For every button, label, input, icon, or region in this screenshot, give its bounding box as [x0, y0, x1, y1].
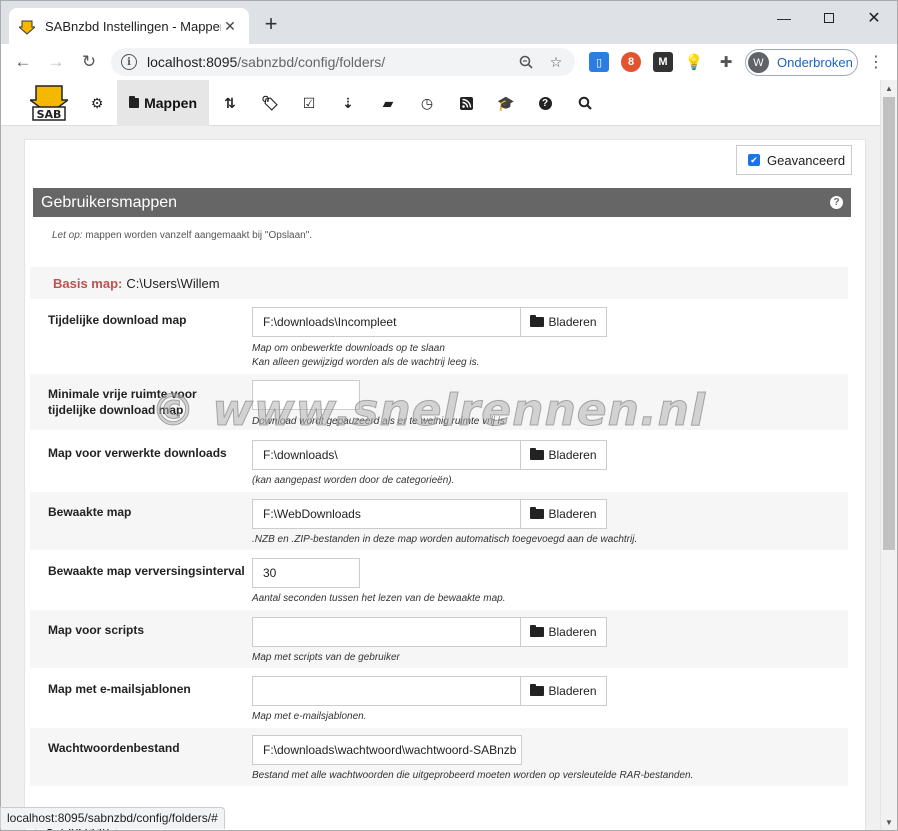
base-folder-label: Basis map: [53, 275, 123, 291]
temp-folder-label: Tijdelijke download map [48, 313, 187, 327]
sabnzbd-logo-icon[interactable]: SAB [27, 84, 71, 122]
tab-bar: SABnzbd Instellingen - Mappen ✕ + — ✕ [0, 0, 898, 45]
forward-icon[interactable]: → [44, 50, 68, 74]
scroll-up-icon[interactable]: ▲ [881, 80, 897, 96]
nav-switches-icon[interactable]: ⇅ [219, 80, 241, 126]
page-scrollbar[interactable]: ▲ ▼ [880, 80, 897, 830]
scripts-folder-label: Map voor scripts [48, 623, 145, 637]
minimize-icon[interactable]: — [761, 7, 807, 29]
interval-label: Bewaakte map verversingsinterval [48, 564, 245, 578]
extension-1-icon[interactable]: ▯ [589, 52, 609, 72]
nav-config-gear-icon[interactable]: ⚙ [86, 80, 108, 126]
browser-tab[interactable]: SABnzbd Instellingen - Mappen ✕ [9, 8, 249, 45]
watched-folder-hint: .NZB en .ZIP-bestanden in deze map worde… [252, 534, 638, 545]
scrollbar-thumb[interactable] [883, 97, 895, 550]
complete-folder-browse-button[interactable]: Bladeren [520, 440, 607, 470]
complete-folder-hint: (kan aangepast worden door de categorieë… [252, 475, 455, 486]
nav-folders-label: Mappen [144, 95, 197, 111]
page-viewport: SAB ⚙ Mappen ⇅ 🏷 ☑ ⇣ ▰ ◷ 🎓 ? ✔ Geavancee… [0, 80, 898, 831]
nav-scheduling-clock-icon[interactable]: ◷ [416, 80, 438, 126]
interval-hint: Aantal seconden tussen het lezen van de … [252, 593, 506, 604]
scripts-folder-input[interactable] [252, 617, 522, 647]
password-file-input[interactable]: F:\downloads\wachtwoord\wachtwoord-SABnz… [252, 735, 522, 765]
extension-bulb-icon[interactable]: 💡 [684, 52, 704, 72]
watched-folder-input[interactable]: F:\WebDownloads [252, 499, 522, 529]
nav-rss-icon[interactable] [455, 80, 477, 126]
nav-special-graduation-icon[interactable]: 🎓 [495, 80, 517, 126]
tab-close-icon[interactable]: ✕ [221, 18, 239, 35]
base-folder-value: C:\Users\Willem [126, 275, 220, 291]
nav-categories-tag-icon[interactable]: 🏷 [259, 80, 281, 126]
bookmark-star-icon[interactable]: ☆ [545, 51, 567, 73]
settings-panel: ✔ Geavanceerd Gebruikersmappen ? Let op:… [24, 139, 866, 830]
new-tab-icon[interactable]: + [259, 13, 283, 37]
nav-folders[interactable]: Mappen [117, 80, 209, 126]
browser-window: SABnzbd Instellingen - Mappen ✕ + — ✕ ← … [0, 0, 898, 831]
base-folder-row: Basis map: C:\Users\Willem [30, 267, 848, 299]
close-window-icon[interactable]: ✕ [851, 7, 897, 29]
extension-2-icon[interactable]: 8 [621, 52, 641, 72]
nav-notifications-comment-icon[interactable]: ▰ [377, 80, 399, 126]
note-text: Let op: mappen worden vanzelf aangemaakt… [52, 230, 313, 241]
status-url-bar: localhost:8095/sabnzbd/config/folders/# [0, 807, 225, 829]
email-templates-input[interactable] [252, 676, 522, 706]
help-icon[interactable]: ? [830, 196, 843, 209]
browser-toolbar: ← → ↻ i localhost:8095/sabnzbd/config/fo… [0, 44, 898, 80]
password-file-hint: Bestand met alle wachtwoorden die uitgep… [252, 770, 694, 781]
advanced-toggle[interactable]: ✔ Geavanceerd [736, 145, 852, 175]
tab-title: SABnzbd Instellingen - Mappen [45, 19, 221, 34]
advanced-checkbox[interactable]: ✔ [748, 154, 760, 166]
sabnzbd-nav: SAB ⚙ Mappen ⇅ 🏷 ☑ ⇣ ▰ ◷ 🎓 ? [1, 80, 881, 126]
nav-sorting-icon[interactable]: ⇣ [337, 80, 359, 126]
nav-search-icon[interactable] [574, 80, 596, 126]
scripts-folder-browse-button[interactable]: Bladeren [520, 617, 607, 647]
scroll-down-icon[interactable]: ▼ [881, 814, 897, 830]
nav-help-question-icon[interactable]: ? [534, 80, 556, 126]
complete-folder-input[interactable]: F:\downloads\ [252, 440, 522, 470]
folder-open-icon [129, 96, 140, 108]
complete-folder-label: Map voor verwerkte downloads [48, 446, 227, 460]
email-templates-hint: Map met e-mailsjablonen. [252, 711, 367, 722]
temp-folder-hint: Map om onbewerkte downloads op te slaan K… [252, 343, 480, 368]
email-templates-browse-button[interactable]: Bladeren [520, 676, 607, 706]
password-file-label: Wachtwoordenbestand [48, 741, 180, 755]
scripts-folder-hint: Map met scripts van de gebruiker [252, 652, 400, 663]
extensions-puzzle-icon[interactable]: ✚ [716, 52, 736, 72]
nav-servers-check-icon[interactable]: ☑ [298, 80, 320, 126]
avatar: W [748, 52, 769, 73]
temp-folder-input[interactable]: F:\downloads\Incompleet [252, 307, 522, 337]
section-title: Gebruikersmappen [41, 193, 178, 211]
folder-open-icon [530, 507, 545, 519]
zoom-icon[interactable] [515, 51, 537, 73]
back-icon[interactable]: ← [11, 50, 35, 74]
watched-folder-browse-button[interactable]: Bladeren [520, 499, 607, 529]
email-templates-label: Map met e-mailsjablonen [48, 682, 191, 696]
folder-open-icon [530, 625, 545, 637]
advanced-label: Geavanceerd [767, 152, 846, 168]
url-text: localhost:8095/sabnzbd/config/folders/ [147, 54, 386, 70]
section-header: Gebruikersmappen ? [33, 188, 851, 217]
site-info-icon[interactable]: i [121, 54, 137, 70]
sabnzbd-favicon-icon [19, 19, 35, 35]
watermark-text: © www.snelrennen.nl [150, 385, 707, 437]
folder-open-icon [530, 315, 545, 327]
svg-text:SAB: SAB [37, 108, 62, 121]
interval-input[interactable]: 30 [252, 558, 360, 588]
watched-folder-label: Bewaakte map [48, 505, 132, 519]
browser-menu-icon[interactable]: ⋮ [868, 52, 884, 72]
extension-3-icon[interactable]: M [653, 52, 673, 72]
profile-button[interactable]: W Onderbroken [745, 49, 858, 76]
folder-open-icon [530, 684, 545, 696]
reload-icon[interactable]: ↻ [77, 50, 101, 74]
temp-folder-browse-button[interactable]: Bladeren [520, 307, 607, 337]
folder-open-icon [530, 448, 545, 460]
address-bar[interactable]: i localhost:8095/sabnzbd/config/folders/… [111, 48, 575, 76]
profile-label: Onderbroken [777, 55, 853, 70]
maximize-icon[interactable] [806, 7, 852, 29]
